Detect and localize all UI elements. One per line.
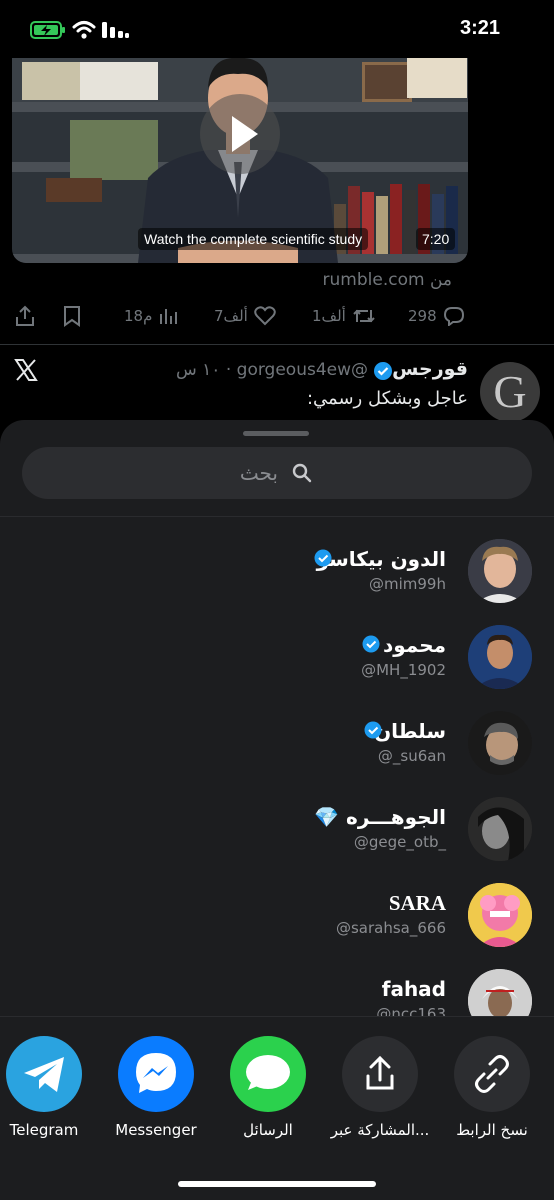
contact-handle: @sarahsa_666	[335, 919, 446, 937]
messages-app-button[interactable]	[230, 1036, 306, 1112]
avatar	[468, 625, 532, 689]
verified-badge-icon	[362, 635, 380, 653]
avatar	[468, 797, 532, 861]
reply-action[interactable]: 298	[408, 304, 465, 328]
tweet-author-name[interactable]: قورجس	[392, 358, 468, 380]
app-label: Telegram	[9, 1121, 79, 1139]
views-action[interactable]: 18م	[124, 304, 178, 328]
play-button[interactable]	[200, 94, 280, 174]
list-item[interactable]: fahad @ncc163	[0, 947, 554, 1016]
contact-name: الجوهـــره 💎	[314, 805, 446, 829]
contact-name: SARA	[388, 891, 446, 915]
repost-icon	[353, 309, 375, 323]
sheet-grabber[interactable]	[243, 431, 309, 436]
contact-handle: @_su6an	[377, 747, 446, 765]
messenger-icon	[136, 1053, 176, 1093]
divider	[0, 344, 554, 345]
contact-name: سلطان	[374, 719, 446, 743]
contact-handle: @gege_otb_	[353, 833, 446, 851]
copy-link-button[interactable]	[454, 1036, 530, 1112]
reply-icon	[443, 307, 464, 326]
contact-handle: @MH_1902	[361, 661, 446, 679]
app-label: المشاركة عبر...	[330, 1121, 430, 1139]
avatar	[468, 539, 532, 603]
wifi-icon	[72, 21, 96, 39]
link-icon	[475, 1055, 509, 1093]
share-icon	[366, 1055, 394, 1090]
tweet-author-avatar[interactable]: G	[480, 362, 540, 422]
tweet-handle-time: @gorgeous4ew · ١٠ س	[176, 360, 368, 380]
heart-icon	[254, 306, 276, 326]
share-action[interactable]	[14, 304, 36, 328]
app-label: Messenger	[115, 1121, 197, 1139]
list-item[interactable]: SARA @sarahsa_666	[0, 861, 554, 947]
likes-count: 7ألف	[214, 307, 248, 325]
share-via-button[interactable]	[342, 1036, 418, 1112]
home-indicator[interactable]	[178, 1181, 376, 1187]
reposts-count: 1ألف	[312, 307, 346, 325]
repost-action[interactable]: 1ألف	[312, 304, 376, 328]
search-placeholder: بحث	[239, 461, 278, 485]
list-item[interactable]: محمود @MH_1902	[0, 603, 554, 689]
list-item[interactable]: الدون بيكاسو @mim99h	[0, 517, 554, 603]
app-label: نسخ الرابط	[456, 1121, 528, 1139]
app-label: الرسائل	[243, 1121, 293, 1139]
views-count: 18م	[124, 307, 153, 325]
list-item[interactable]: سلطان @_su6an	[0, 689, 554, 775]
verified-badge-icon	[314, 549, 332, 567]
video-duration: 7:20	[416, 228, 456, 250]
telegram-app-button[interactable]	[6, 1036, 82, 1112]
messenger-app-button[interactable]	[118, 1036, 194, 1112]
contact-handle: @ncc163	[376, 1005, 446, 1016]
link-source[interactable]: من rumble.com	[323, 270, 452, 290]
views-chart-icon	[160, 309, 178, 324]
search-icon	[292, 463, 312, 483]
contact-handle: @mim99h	[369, 575, 446, 593]
tweet-text: عاجل وبشكل رسمي:	[306, 388, 468, 409]
video-player[interactable]: Watch the complete scientific study 7:20	[12, 58, 468, 263]
telegram-icon	[24, 1057, 64, 1092]
avatar	[468, 883, 532, 947]
bookmark-icon	[64, 306, 80, 327]
contact-name: الدون بيكاسو	[316, 547, 446, 571]
contact-name: محمود	[382, 633, 446, 657]
x-logo-icon	[14, 359, 38, 381]
verified-badge-icon	[364, 721, 382, 739]
signal-icon	[102, 22, 129, 38]
avatar	[468, 969, 532, 1016]
list-item[interactable]: الجوهـــره 💎 @gege_otb_	[0, 775, 554, 861]
bookmark-action[interactable]	[62, 304, 82, 328]
message-bubble-icon	[246, 1055, 290, 1090]
verified-badge-icon	[374, 362, 392, 380]
replies-count: 298	[408, 307, 437, 325]
video-caption: Watch the complete scientific study	[138, 228, 369, 250]
share-icon	[16, 305, 34, 326]
contact-name: fahad	[381, 977, 446, 1001]
battery-charging-icon	[30, 21, 65, 39]
like-action[interactable]: 7ألف	[214, 304, 276, 328]
clock: 3:21	[459, 17, 500, 39]
people-list: الدون بيكاسو @mim99h محمود @MH_1902 سلطا…	[0, 516, 554, 1016]
avatar	[468, 711, 532, 775]
